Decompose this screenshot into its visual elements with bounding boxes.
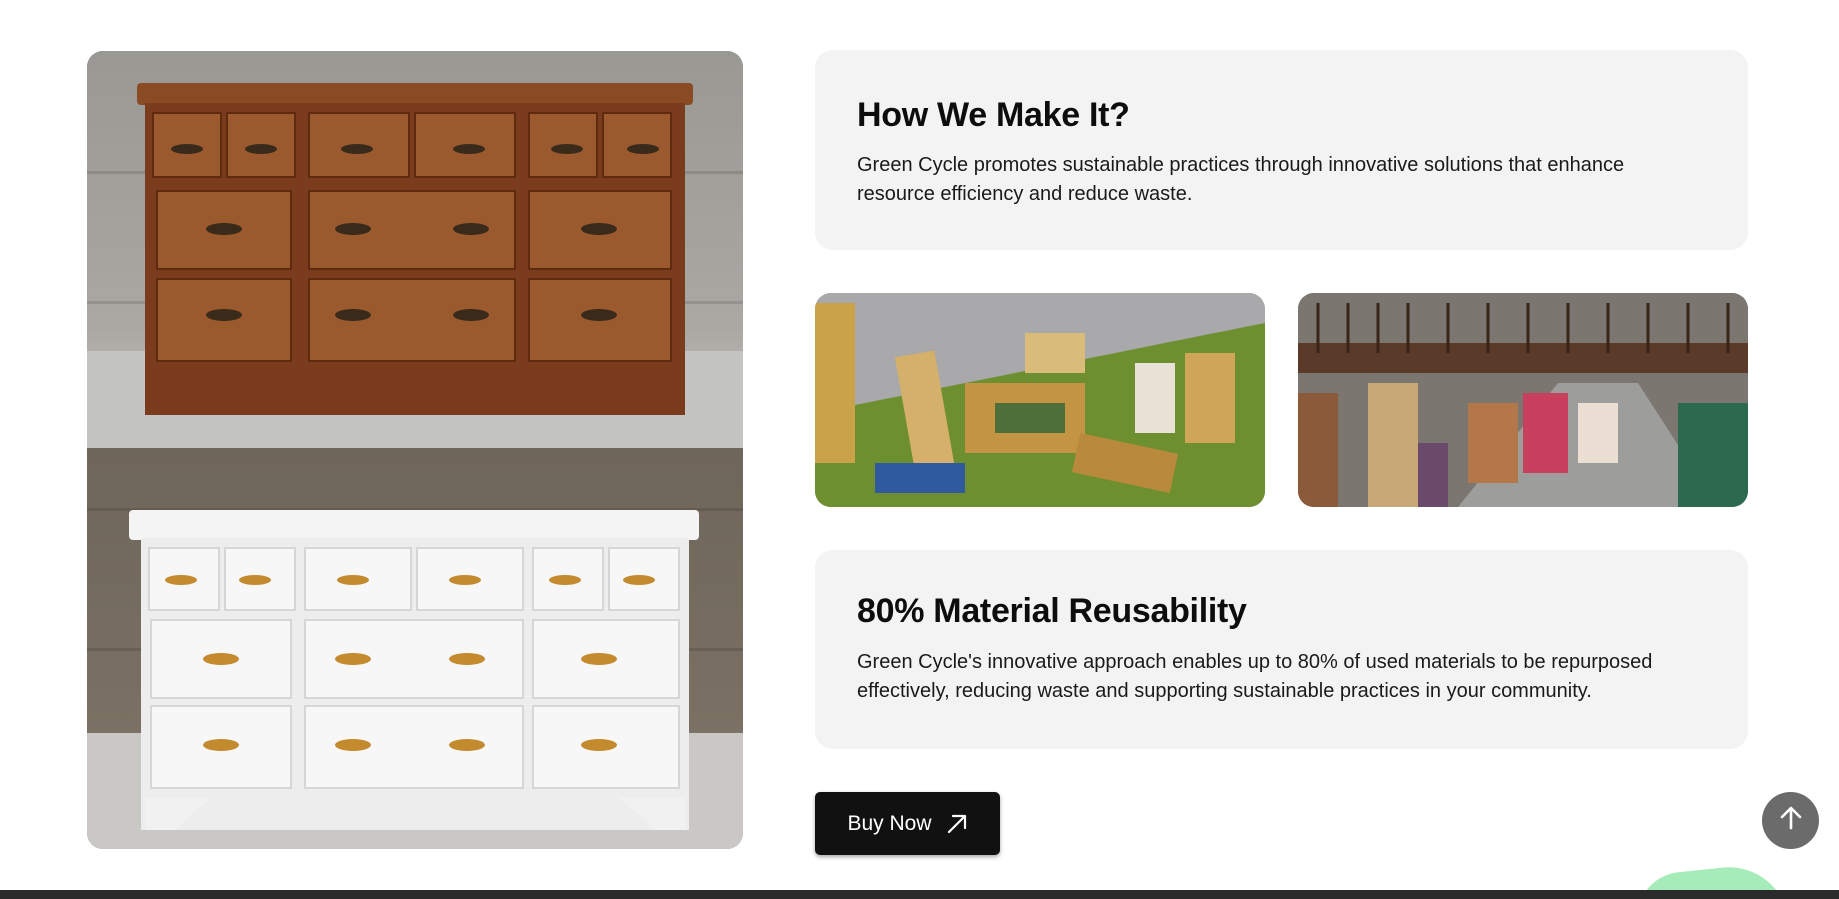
scroll-to-top-button[interactable] [1762,792,1819,849]
discarded-furniture-image [815,293,1265,507]
furniture-warehouse-image [1298,293,1748,507]
material-reusability-card: 80% Material Reusability Green Cycle's i… [815,550,1748,749]
brown-dresser-photo [87,51,743,448]
white-dresser-photo [87,448,743,849]
dresser-before-after-image [87,51,743,849]
how-we-make-it-card: How We Make It? Green Cycle promotes sus… [815,50,1748,250]
buy-now-button[interactable]: Buy Now [815,792,1000,855]
page: How We Make It? Green Cycle promotes sus… [0,0,1839,899]
section-title: How We Make It? [857,96,1130,134]
section-description: Green Cycle's innovative approach enable… [857,651,1653,702]
section-description: Green Cycle promotes sustainable practic… [857,154,1625,205]
section-title: 80% Material Reusability [857,592,1247,630]
footer-bar [0,890,1839,899]
arrow-up-right-icon [946,813,968,835]
arrow-up-icon [1778,805,1804,836]
buy-now-label: Buy Now [847,811,932,835]
